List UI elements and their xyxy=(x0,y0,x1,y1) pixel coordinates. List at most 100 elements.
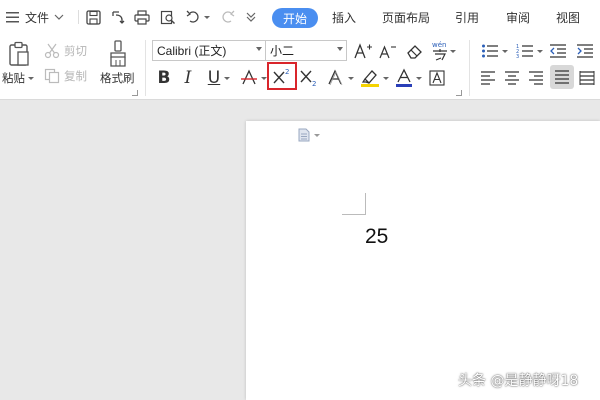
chevron-down-icon xyxy=(337,47,343,51)
svg-text:3: 3 xyxy=(516,54,519,59)
underline-button[interactable]: U xyxy=(203,66,235,90)
font-color-button[interactable] xyxy=(393,66,423,90)
clipboard-icon xyxy=(9,41,29,66)
font-name-value: Calibri (正文) xyxy=(157,44,227,58)
redo-button[interactable] xyxy=(220,0,235,34)
font-size-value: 小二 xyxy=(270,44,295,58)
italic-glyph: I xyxy=(184,67,192,88)
clipboard-dialog-launcher[interactable] xyxy=(132,90,138,96)
text-effects-button[interactable] xyxy=(325,66,355,90)
paste-dropdown-caret[interactable] xyxy=(28,76,34,80)
tab-home-label: 开始 xyxy=(282,11,307,26)
strikethrough-button[interactable] xyxy=(238,66,268,90)
paragraph-handle-dropdown-caret[interactable] xyxy=(314,133,320,137)
bullet-list-dropdown-caret[interactable] xyxy=(501,49,508,53)
align-right-button[interactable] xyxy=(526,67,546,89)
justify-button[interactable] xyxy=(550,65,574,89)
tab-references-label: 引用 xyxy=(455,10,480,25)
tab-view[interactable]: 视图 xyxy=(556,0,580,34)
decrease-indent-button[interactable] xyxy=(547,40,569,62)
undo-button[interactable] xyxy=(186,0,210,34)
paste-label: 粘贴 xyxy=(2,71,25,85)
save-icon xyxy=(86,9,101,25)
svg-text:2: 2 xyxy=(312,80,316,87)
font-color-dropdown-caret[interactable] xyxy=(415,76,422,80)
copy-icon xyxy=(44,68,60,84)
numbered-list-icon: 1 2 3 xyxy=(516,44,533,59)
decrease-indent-icon xyxy=(550,44,566,58)
phonetic-guide-icon: wén xyxy=(432,41,447,61)
undo-dropdown-caret[interactable] xyxy=(204,15,210,19)
print-button[interactable] xyxy=(134,0,150,34)
hamburger-icon xyxy=(6,12,19,23)
copy-button[interactable]: 复制 xyxy=(44,68,87,84)
font-name-select[interactable]: Calibri (正文) xyxy=(152,40,266,61)
superscript-highlight-box xyxy=(267,62,297,90)
paintbrush-icon xyxy=(110,40,126,67)
phonetic-guide-button[interactable]: wén xyxy=(430,39,456,63)
tab-review[interactable]: 审阅 xyxy=(506,0,530,34)
printer-icon xyxy=(134,9,150,25)
increase-indent-button[interactable] xyxy=(574,40,596,62)
subscript-button[interactable]: 2 xyxy=(297,66,321,90)
font-size-select[interactable]: 小二 xyxy=(265,40,347,61)
font-dialog-launcher[interactable] xyxy=(456,90,462,96)
double-chevron-down-icon xyxy=(246,12,256,22)
format-painter-button[interactable] xyxy=(104,39,132,69)
watermark: 头条 @是静静呀18 xyxy=(458,373,579,389)
numbered-list-dropdown-caret[interactable] xyxy=(536,49,543,53)
chevron-down-icon xyxy=(256,47,262,51)
underline-dropdown-caret[interactable] xyxy=(224,76,231,80)
bullet-list-button[interactable] xyxy=(477,40,511,62)
export-button[interactable] xyxy=(110,0,125,34)
format-painter-label-button[interactable]: 格式刷 xyxy=(100,70,135,86)
highlight-button[interactable] xyxy=(358,66,390,90)
tab-page-layout[interactable]: 页面布局 xyxy=(382,0,430,34)
align-left-button[interactable] xyxy=(478,67,498,89)
quick-access-dropdown[interactable] xyxy=(246,0,256,34)
tab-page-layout-label: 页面布局 xyxy=(382,10,431,25)
ribbon: 粘贴 剪切 复制 格式刷 Calibri (正文) 小二 wén B I U 2… xyxy=(0,34,600,100)
phonetic-guide-dropdown-caret[interactable] xyxy=(450,49,456,53)
tab-insert-label: 插入 xyxy=(332,10,357,25)
document-page[interactable]: 25 xyxy=(246,121,600,400)
bold-glyph: B xyxy=(157,67,171,88)
document-text[interactable]: 25 xyxy=(365,225,388,249)
highlight-dropdown-caret[interactable] xyxy=(382,76,389,80)
file-menu-label: 文件 xyxy=(25,10,50,25)
align-center-button[interactable] xyxy=(502,67,522,89)
align-left-icon xyxy=(481,71,495,85)
font-color-icon xyxy=(395,68,412,87)
paste-button[interactable] xyxy=(4,40,34,68)
tab-references[interactable]: 引用 xyxy=(455,0,479,34)
print-preview-button[interactable] xyxy=(160,0,176,34)
shrink-font-button[interactable] xyxy=(378,40,398,62)
grow-font-button[interactable] xyxy=(353,40,373,62)
tab-home[interactable]: 开始 xyxy=(272,8,318,28)
eraser-icon xyxy=(407,45,422,59)
underline-glyph: U xyxy=(207,67,221,88)
tab-insert[interactable]: 插入 xyxy=(332,0,356,34)
file-menu[interactable]: 文件 xyxy=(6,0,64,34)
text-effects-dropdown-caret[interactable] xyxy=(347,76,354,80)
clear-formatting-button[interactable] xyxy=(405,40,425,62)
highlighter-icon xyxy=(360,70,379,87)
divider xyxy=(78,10,79,24)
save-button[interactable] xyxy=(86,0,101,34)
bold-button[interactable]: B xyxy=(154,66,174,90)
tab-view-label: 视图 xyxy=(556,10,581,25)
format-painter-label: 格式刷 xyxy=(100,71,135,85)
distributed-align-button[interactable] xyxy=(577,67,597,89)
numbered-list-button[interactable]: 1 2 3 xyxy=(512,40,546,62)
increase-indent-icon xyxy=(577,44,593,58)
undo-icon xyxy=(186,10,199,23)
strikethrough-dropdown-caret[interactable] xyxy=(260,76,267,80)
paragraph-handle[interactable] xyxy=(298,128,320,142)
paste-label-button[interactable]: 粘贴 xyxy=(2,70,34,86)
align-right-icon xyxy=(529,71,543,85)
italic-button[interactable]: I xyxy=(178,66,198,90)
character-border-button[interactable] xyxy=(426,66,448,90)
cut-button[interactable]: 剪切 xyxy=(44,43,87,59)
bullet-list-icon xyxy=(481,44,498,58)
export-icon xyxy=(112,10,125,24)
